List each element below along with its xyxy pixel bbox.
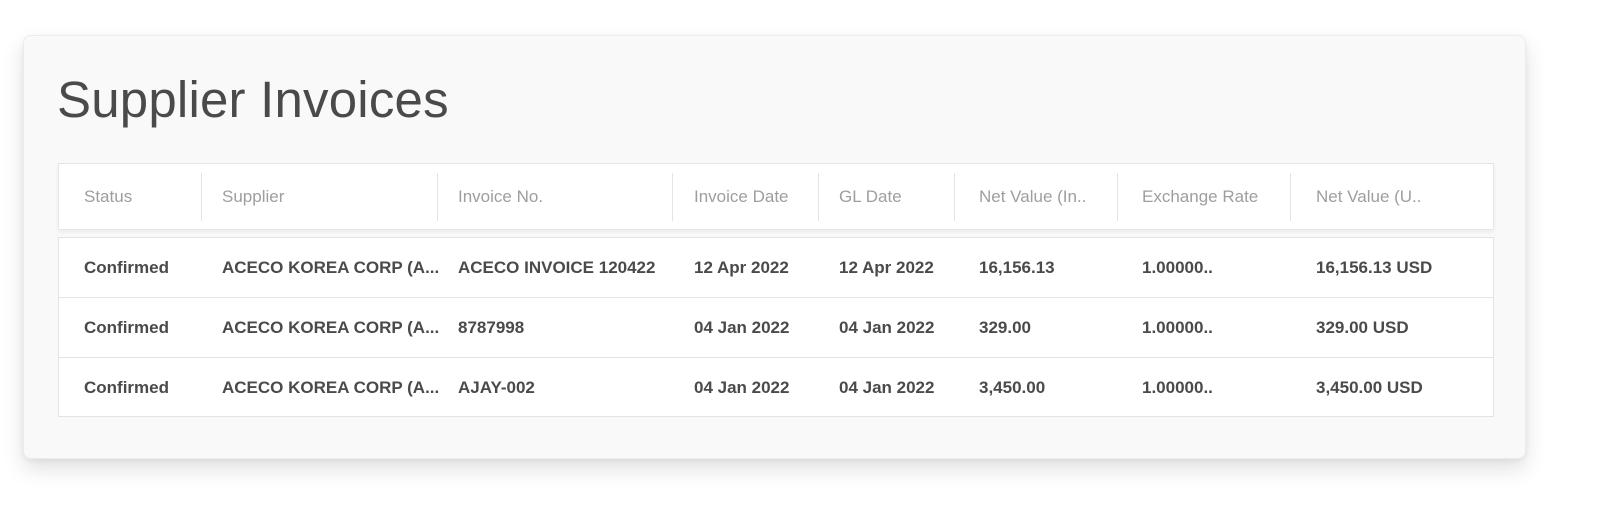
column-header-invoice-date[interactable]: Invoice Date [694, 164, 789, 229]
table-header: Status Supplier Invoice No. Invoice Date… [58, 163, 1494, 230]
supplier-cell: ACECO KOREA CORP (A... [222, 377, 440, 397]
column-header-exchange-rate[interactable]: Exchange Rate [1142, 164, 1258, 229]
column-header-status[interactable]: Status [84, 164, 132, 229]
status-cell: Confirmed [84, 377, 169, 397]
column-header-net-value-usd[interactable]: Net Value (U.. [1316, 164, 1422, 229]
column-header-gl-date[interactable]: GL Date [839, 164, 902, 229]
invoice-date-cell: 04 Jan 2022 [694, 317, 790, 337]
gl-date-cell: 04 Jan 2022 [839, 317, 935, 337]
column-header-invoice-no[interactable]: Invoice No. [458, 164, 543, 229]
table-row[interactable]: Confirmed ACECO KOREA CORP (A... AJAY-00… [59, 357, 1493, 417]
invoice-no-cell: AJAY-002 [458, 377, 535, 397]
exchange-rate-cell: 1.00000.. [1142, 377, 1213, 397]
status-cell: Confirmed [84, 257, 169, 277]
invoice-no-cell: 8787998 [458, 317, 525, 337]
gl-date-cell: 04 Jan 2022 [839, 377, 935, 397]
supplier-cell: ACECO KOREA CORP (A... [222, 317, 440, 337]
supplier-invoices-card: Supplier Invoices Status Supplier Invoic… [23, 35, 1526, 459]
table-row[interactable]: Confirmed ACECO KOREA CORP (A... ACECO I… [59, 238, 1493, 297]
page-title: Supplier Invoices [57, 71, 449, 128]
invoice-date-cell: 12 Apr 2022 [694, 257, 789, 277]
net-value-usd-cell: 16,156.13 USD [1316, 257, 1433, 277]
column-divider [818, 173, 819, 221]
invoice-date-cell: 04 Jan 2022 [694, 377, 790, 397]
supplier-cell: ACECO KOREA CORP (A... [222, 257, 440, 277]
gl-date-cell: 12 Apr 2022 [839, 257, 934, 277]
status-cell: Confirmed [84, 317, 169, 337]
column-divider [201, 173, 202, 221]
column-header-supplier[interactable]: Supplier [222, 164, 284, 229]
net-value-usd-cell: 329.00 USD [1316, 317, 1409, 337]
net-value-invoice-cell: 329.00 [979, 317, 1031, 337]
column-divider [672, 173, 673, 221]
invoice-no-cell: ACECO INVOICE 120422 [458, 257, 656, 277]
exchange-rate-cell: 1.00000.. [1142, 257, 1213, 277]
invoice-table-body: Confirmed ACECO KOREA CORP (A... ACECO I… [58, 237, 1494, 417]
net-value-invoice-cell: 3,450.00 [979, 377, 1046, 397]
column-header-net-value-invoice[interactable]: Net Value (In.. [979, 164, 1086, 229]
column-divider [437, 173, 438, 221]
net-value-usd-cell: 3,450.00 USD [1316, 377, 1423, 397]
net-value-invoice-cell: 16,156.13 [979, 257, 1055, 277]
column-divider [1117, 173, 1118, 221]
column-divider [954, 173, 955, 221]
exchange-rate-cell: 1.00000.. [1142, 317, 1213, 337]
table-row[interactable]: Confirmed ACECO KOREA CORP (A... 8787998… [59, 297, 1493, 357]
column-divider [1290, 173, 1291, 221]
